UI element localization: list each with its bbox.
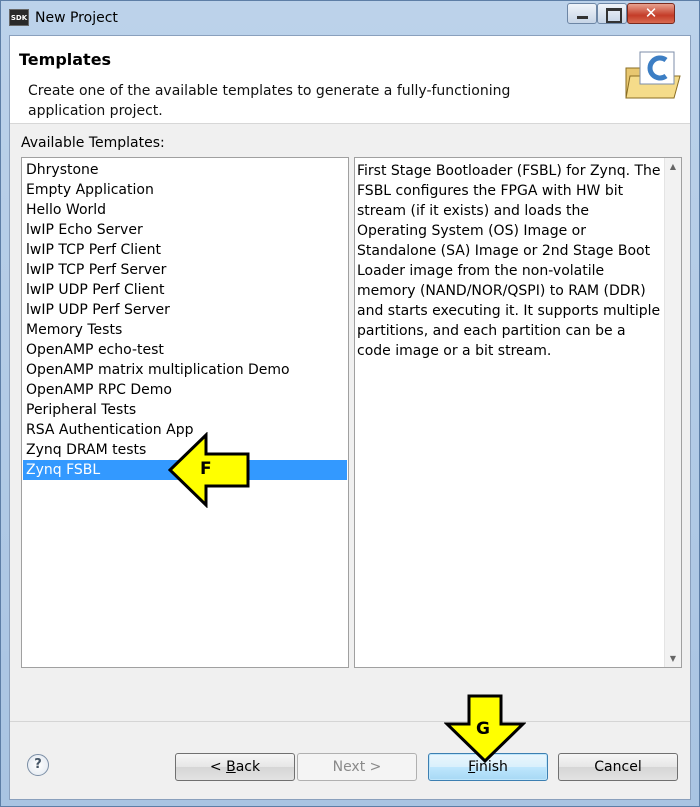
footer-divider <box>10 721 690 722</box>
scroll-down-icon[interactable]: ▼ <box>665 650 681 667</box>
templates-list[interactable]: Dhrystone Empty Application Hello World lwI… <box>21 157 349 668</box>
template-list-item[interactable]: lwIP UDP Perf Client <box>23 280 347 300</box>
template-list-item[interactable]: OpenAMP echo-test <box>23 340 347 360</box>
header-banner: Templates Create one of the available te… <box>10 36 690 124</box>
template-list-item[interactable]: Memory Tests <box>23 320 347 340</box>
page-title: Templates <box>19 50 112 69</box>
template-list-item[interactable]: Hello World <box>23 200 347 220</box>
dialog-content: Templates Create one of the available te… <box>9 35 691 800</box>
annotation-label-f: F <box>200 459 212 479</box>
scroll-up-icon[interactable]: ▲ <box>665 158 681 175</box>
window-title: New Project <box>35 10 118 26</box>
help-icon[interactable]: ? <box>27 754 49 776</box>
sdk-app-icon: SDK <box>9 9 29 26</box>
template-list-item[interactable]: OpenAMP RPC Demo <box>23 380 347 400</box>
close-icon: ✕ <box>644 4 658 22</box>
template-list-item[interactable]: lwIP TCP Perf Client <box>23 240 347 260</box>
description-scrollbar[interactable]: ▲ ▼ <box>664 158 681 667</box>
available-templates-label: Available Templates: <box>21 135 165 151</box>
annotation-label-g: G <box>476 719 490 739</box>
template-list-item[interactable]: lwIP UDP Perf Server <box>23 300 347 320</box>
template-list-item[interactable]: lwIP Echo Server <box>23 220 347 240</box>
title-bar[interactable]: SDK New Project ✕ <box>1 1 699 35</box>
template-list-item[interactable]: Dhrystone <box>23 160 347 180</box>
close-button[interactable]: ✕ <box>627 3 675 24</box>
back-button[interactable]: < Back <box>175 753 295 781</box>
page-description: Create one of the available templates to… <box>28 83 511 119</box>
back-prefix: < <box>209 759 227 775</box>
template-description-text: First Stage Bootloader (FSBL) for Zynq. … <box>357 163 661 359</box>
template-list-item[interactable]: OpenAMP matrix multiplication Demo <box>23 360 347 380</box>
new-project-folder-icon <box>625 51 681 99</box>
cancel-button[interactable]: Cancel <box>558 753 678 781</box>
template-list-item[interactable]: Peripheral Tests <box>23 400 347 420</box>
back-mnemonic: B <box>226 759 236 775</box>
minimize-button[interactable] <box>567 3 597 24</box>
template-list-item[interactable]: Empty Application <box>23 180 347 200</box>
back-rest: ack <box>235 759 261 775</box>
maximize-button[interactable] <box>597 3 627 24</box>
new-project-window: SDK New Project ✕ Templates Create one o… <box>0 0 700 807</box>
template-list-item[interactable]: lwIP TCP Perf Server <box>23 260 347 280</box>
template-description-panel: First Stage Bootloader (FSBL) for Zynq. … <box>354 157 682 668</box>
next-button[interactable]: Next > <box>297 753 417 781</box>
